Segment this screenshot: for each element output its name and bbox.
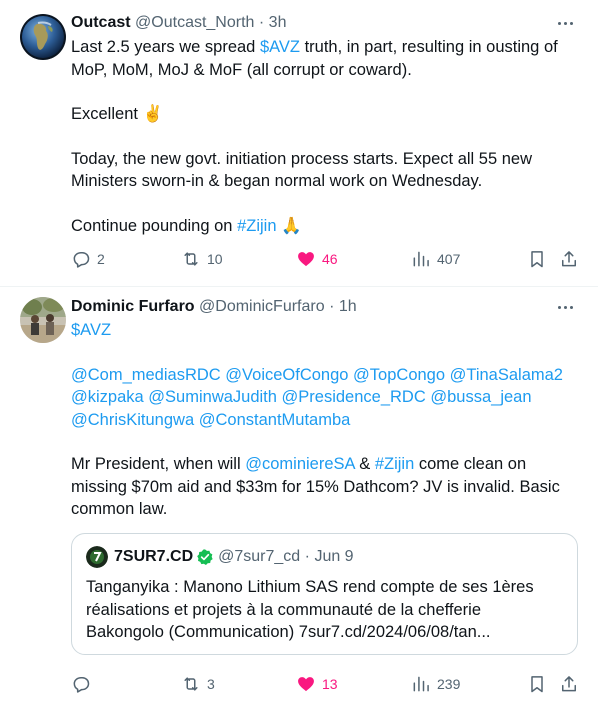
mentions-paragraph: @Com_mediasRDC @VoiceOfCongo @TopCongo @… xyxy=(71,364,581,432)
tweet[interactable]: Dominic Furfaro @DominicFurfaro · 1h $AV… xyxy=(0,287,598,702)
text-segment: 🙏 xyxy=(276,216,302,235)
cashtag-link[interactable]: $AVZ xyxy=(260,38,300,56)
views-count: 407 xyxy=(437,251,461,267)
timestamp[interactable]: 3h xyxy=(269,14,287,31)
mention-link[interactable]: @Com_mediasRDC xyxy=(71,366,221,384)
text-segment: Continue pounding on xyxy=(71,216,238,235)
tweet-header: Outcast @Outcast_North · 3h xyxy=(71,12,548,34)
avatar[interactable] xyxy=(20,14,66,60)
bookmark-button[interactable] xyxy=(527,247,547,271)
like-count: 46 xyxy=(322,251,338,267)
quote-handle[interactable]: @7sur7_cd xyxy=(218,546,300,568)
verified-icon xyxy=(197,549,213,565)
action-bar: 2 10 46 407 xyxy=(71,247,591,271)
more-icon[interactable] xyxy=(554,12,576,34)
views-button[interactable]: 239 xyxy=(411,672,460,696)
share-icon xyxy=(562,251,576,267)
hashtag-link[interactable]: #Zijin xyxy=(237,217,276,235)
views-count: 239 xyxy=(437,676,461,692)
views-button[interactable]: 407 xyxy=(411,247,460,271)
bookmark-button[interactable] xyxy=(527,672,547,696)
bookmark-icon xyxy=(531,676,543,693)
repost-icon xyxy=(184,252,198,266)
cashtag-link[interactable]: $AVZ xyxy=(71,321,111,339)
avatar[interactable] xyxy=(20,297,66,343)
mention-link[interactable]: @TinaSalama2 xyxy=(450,366,563,384)
mention-link[interactable]: @ChrisKitungwa xyxy=(71,411,194,429)
like-button[interactable]: 46 xyxy=(296,247,338,271)
repost-button[interactable]: 10 xyxy=(181,247,223,271)
quote-timestamp[interactable]: Jun 9 xyxy=(314,546,353,568)
tweet-text: $AVZ @Com_mediasRDC @VoiceOfCongo @TopCo… xyxy=(71,319,581,543)
mention-link[interactable]: @kizpaka xyxy=(71,388,144,406)
repost-button[interactable]: 3 xyxy=(181,672,215,696)
reply-button[interactable] xyxy=(71,672,97,696)
quote-avatar[interactable] xyxy=(86,546,108,568)
tweet-text: Last 2.5 years we spread $AVZ truth, in … xyxy=(71,36,581,259)
like-icon xyxy=(298,677,314,692)
reply-button[interactable]: 2 xyxy=(71,247,105,271)
mention-link[interactable]: @VoiceOfCongo xyxy=(225,366,348,384)
separator-dot: · xyxy=(258,14,265,31)
mention-link[interactable]: @ConstantMutamba xyxy=(199,411,351,429)
text-segment: Last 2.5 years we spread xyxy=(71,38,260,56)
reply-count: 2 xyxy=(97,251,105,267)
quote-header: 7SUR7.CD @7sur7_cd · Jun 9 xyxy=(86,546,354,568)
share-button[interactable] xyxy=(559,247,579,271)
mention-link[interactable]: @TopCongo xyxy=(353,366,445,384)
hashtag-link[interactable]: #Zijin xyxy=(375,455,414,473)
mention-link[interactable]: @SuminwaJudith xyxy=(148,388,277,406)
quote-text: Tanganyika : Manono Lithium SAS rend com… xyxy=(86,578,534,641)
mention-link[interactable]: @cominiereSA xyxy=(245,455,354,473)
views-icon xyxy=(413,676,429,692)
text-paragraph: Today, the new govt. initiation process … xyxy=(71,149,533,191)
text-segment: & xyxy=(354,455,375,473)
handle[interactable]: @Outcast_North xyxy=(135,14,254,31)
share-button[interactable] xyxy=(559,672,579,696)
text-paragraph: Excellent ✌️ xyxy=(71,105,164,123)
tweet-header: Dominic Furfaro @DominicFurfaro · 1h xyxy=(71,296,548,318)
share-icon xyxy=(562,676,576,692)
quoted-tweet[interactable]: 7SUR7.CD @7sur7_cd · Jun 9 Tanganyika : … xyxy=(71,533,578,655)
mention-link[interactable]: @Presidence_RDC xyxy=(282,388,426,406)
display-name[interactable]: Outcast xyxy=(71,14,131,31)
handle[interactable]: @DominicFurfaro xyxy=(199,298,325,315)
bookmark-icon xyxy=(531,251,543,268)
like-icon xyxy=(298,252,314,267)
separator-dot: · xyxy=(329,298,335,315)
separator-dot: · xyxy=(304,548,310,565)
reply-icon xyxy=(73,677,90,693)
display-name[interactable]: Dominic Furfaro xyxy=(71,298,195,315)
repost-count: 3 xyxy=(207,676,215,692)
like-count: 13 xyxy=(322,676,338,692)
mention-link[interactable]: @bussa_jean xyxy=(430,388,531,406)
action-bar: 3 13 239 xyxy=(71,672,591,696)
more-icon[interactable] xyxy=(554,296,576,318)
views-icon xyxy=(413,251,429,267)
timestamp[interactable]: 1h xyxy=(339,298,357,315)
repost-count: 10 xyxy=(207,251,223,267)
reply-icon xyxy=(73,252,90,268)
text-segment: Mr President, when will xyxy=(71,455,246,473)
quote-display-name[interactable]: 7SUR7.CD xyxy=(114,546,193,568)
repost-icon xyxy=(184,677,198,691)
tweet[interactable]: Outcast @Outcast_North · 3h Last 2.5 yea… xyxy=(0,0,598,287)
like-button[interactable]: 13 xyxy=(296,672,338,696)
